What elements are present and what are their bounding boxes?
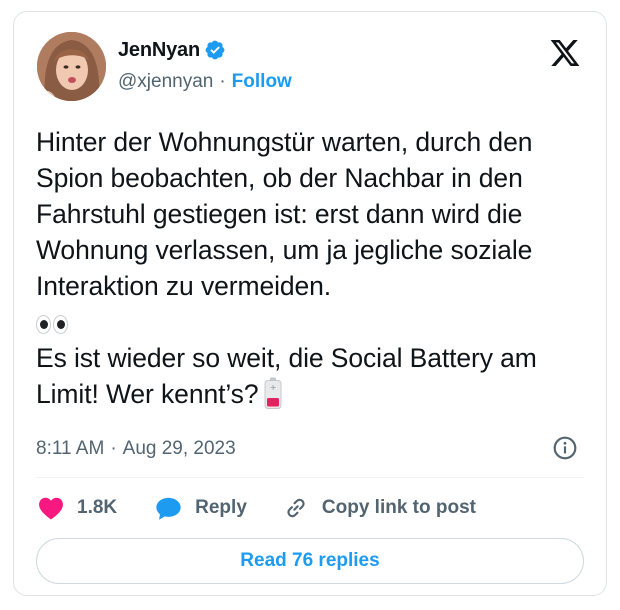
like-button[interactable]: 1.8K xyxy=(38,496,117,520)
follow-button[interactable]: Follow xyxy=(232,71,292,93)
copy-link-button[interactable]: Copy link to post xyxy=(283,495,476,521)
link-icon xyxy=(287,498,305,518)
tweet-paragraph-1: Hinter der Wohnungstür warten, durch den… xyxy=(36,127,533,301)
tweet-time: 8:11 AM xyxy=(36,438,105,459)
copy-link-label: Copy link to post xyxy=(321,497,476,518)
action-bar: 1.8K Reply Copy link to post xyxy=(38,493,476,523)
svg-text:+: + xyxy=(270,383,277,392)
divider xyxy=(36,477,584,478)
author-name[interactable]: JenNyan xyxy=(118,39,200,62)
reply-label: Reply xyxy=(195,497,247,518)
tweet-text: Hinter der Wohnungstür warten, durch den… xyxy=(36,124,596,412)
read-replies-button[interactable]: Read 76 replies xyxy=(36,538,584,584)
author-handle[interactable]: @xjennyan xyxy=(118,71,213,93)
timestamp-separator: · xyxy=(110,438,117,459)
author-handle-row: @xjennyan · Follow xyxy=(118,70,292,94)
avatar-image xyxy=(37,32,106,101)
x-logo-icon[interactable] xyxy=(549,37,581,69)
tweet-paragraph-2-text: Es ist wieder so weit, die Social Batter… xyxy=(36,343,537,409)
tweet-timestamp[interactable]: 8:11 AM · Aug 29, 2023 xyxy=(36,436,236,462)
info-icon[interactable] xyxy=(552,435,578,461)
reply-button[interactable]: Reply xyxy=(155,496,247,521)
tweet-paragraph-2: Es ist wieder so weit, die Social Batter… xyxy=(36,340,596,412)
handle-separator: · xyxy=(219,71,226,92)
author-name-row: JenNyan xyxy=(118,38,226,62)
avatar[interactable] xyxy=(37,32,106,101)
eyes-emoji-icon xyxy=(36,311,68,337)
low-battery-emoji-icon: + xyxy=(264,377,282,409)
tweet-card: JenNyan @xjennyan · Follow Hinter der Wo… xyxy=(13,11,607,596)
tweet-eyes-line xyxy=(36,304,596,340)
like-count: 1.8K xyxy=(77,497,118,518)
verified-badge-icon xyxy=(204,39,226,61)
reply-bubble-icon xyxy=(156,497,181,520)
heart-icon xyxy=(39,497,63,520)
tweet-date: Aug 29, 2023 xyxy=(122,438,236,459)
